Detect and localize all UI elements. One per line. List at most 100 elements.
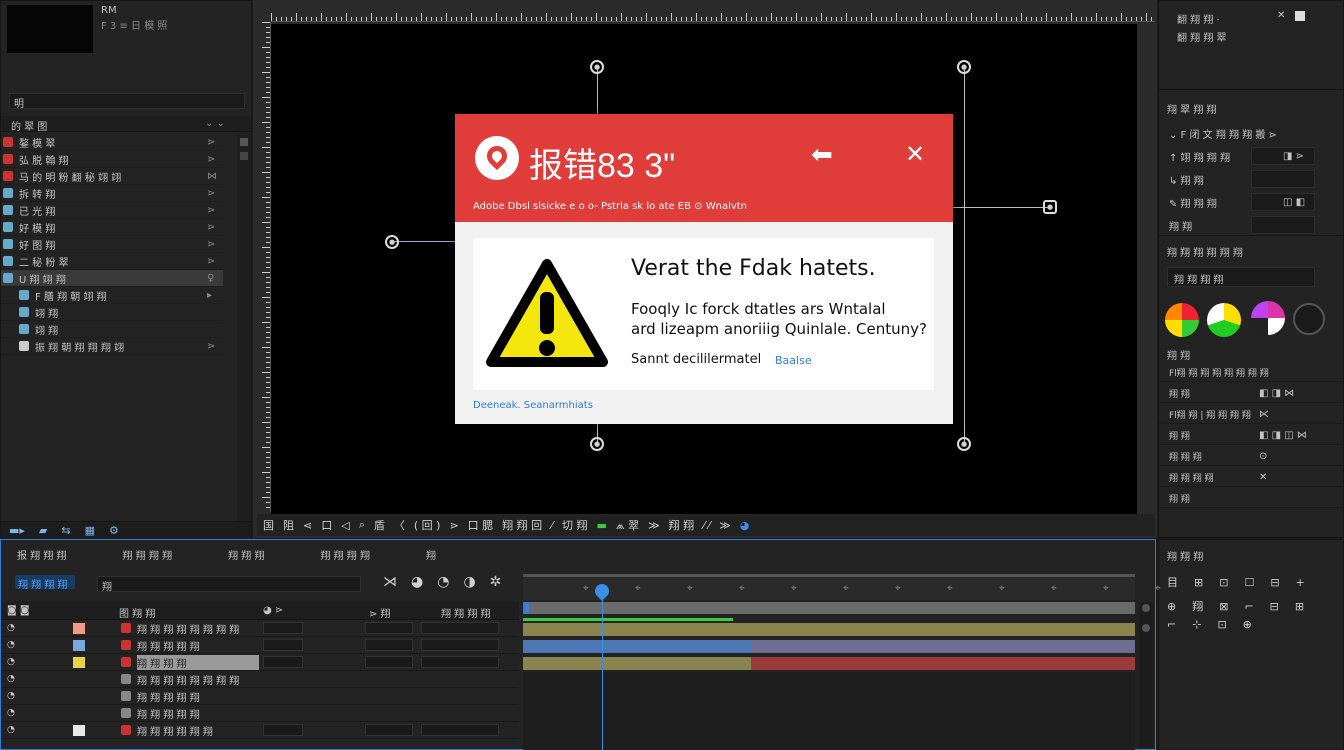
project-item[interactable]: 拆 转 翔 ⋗ [1,185,223,202]
color-wheel-icon[interactable] [1251,301,1285,335]
visibility-icon[interactable]: ◔ [7,657,15,667]
timeline-tool-icon[interactable]: ◕ [411,574,423,590]
viewer-tool-icon[interactable]: 阻 [283,517,294,533]
layer-switch-field[interactable] [263,724,303,736]
param-row[interactable]: 翔 翔 ◧ ◨ ⋈ [1159,384,1344,403]
color-wheel-icon[interactable] [1165,303,1199,337]
column-header[interactable]: 图 翔 翔 [119,605,155,620]
viewer-tool-icon[interactable]: ⩕ 翠 [616,517,639,533]
tool-icon[interactable]: ⊟ [1270,574,1279,590]
project-item[interactable]: 已 光 翔 ⋗ [1,202,223,219]
effect-field[interactable] [1251,170,1315,188]
project-footer-icon[interactable]: ⇆ [61,524,70,537]
column-header[interactable]: ⋗ 翔 [369,605,391,620]
viewer-tool-icon[interactable]: 切 翔 [562,517,588,533]
layer-switch-field[interactable] [263,639,303,651]
layer-row[interactable]: ◔ 翔 翔 翔 翔 翔 [1,637,519,654]
layer-row[interactable]: ◔ 翔 翔 翔 翔 翔 翔 翔 翔 [1,620,519,637]
param-value[interactable]: ✕ [1259,472,1267,483]
timeline-tab[interactable]: 翔 翔 翔 翔 [123,547,173,562]
project-footer-icon[interactable]: ▦ [85,524,95,537]
column-header[interactable]: 翔 翔 翔 翔 [441,605,491,620]
viewer-tool-icon[interactable]: 国 [263,517,274,533]
project-item-expand-icon[interactable]: ⋗ [207,154,215,165]
color-wheel-icon[interactable] [1207,303,1241,337]
timeline-tab[interactable]: 翔 [426,547,436,562]
close-icon[interactable]: ✕ [1277,10,1285,21]
tool-icon[interactable]: ⊕ [1167,598,1176,614]
project-footer-icon[interactable]: ⚙ [109,524,119,537]
visibility-icon[interactable]: ◔ [7,623,15,633]
layer-parent-field[interactable] [421,622,499,634]
viewer-tool-icon[interactable]: ( 回 ) [414,517,441,533]
layer-mode-field[interactable] [365,622,413,634]
viewer-tool-icon[interactable]: ⋗ [449,519,458,532]
layer-bar[interactable] [751,640,1135,653]
color-wheel-icon[interactable] [1293,303,1325,335]
project-footer-icon[interactable]: ▬▸ [9,524,25,537]
viewer-tool-icon[interactable]: ⌕ [359,518,365,532]
viewer-tool-icon[interactable]: 盾 [374,517,385,533]
tool-icon[interactable]: ☐ [1244,574,1254,590]
layer-name[interactable]: 翔 翔 翔 翔 翔 翔 翔 翔 [137,672,259,687]
project-item[interactable]: 弘 脱 翰 翔 ⋗ [1,151,223,168]
transform-handle-icon[interactable]: ● [385,235,399,249]
effect-row[interactable]: ↳ 翔 翔 [1159,169,1344,189]
timeline-tool-icon[interactable]: ◑ [463,574,475,590]
project-item-expand-icon[interactable]: ⋗ [207,137,215,148]
param-row[interactable]: Fl翔 翔 | 翔 翔 翔 翔 ⋉ [1159,405,1344,424]
transform-handle-icon[interactable]: ● [957,60,971,74]
timeline-tab[interactable]: 翔 翔 翔 翔 [320,547,370,562]
viewer-tool-icon[interactable]: ≫ [648,519,660,532]
project-search-input[interactable]: 明 [9,93,245,110]
viewer-tool-icon[interactable]: 翔 翔 [669,517,695,533]
visibility-icon[interactable]: ◔ [7,640,15,650]
project-scrollbar[interactable] [237,134,251,524]
layer-name[interactable]: 翔 翔 翔 翔 [137,654,259,670]
tool-icon[interactable]: ⌐ [1167,618,1176,631]
layer-parent-field[interactable] [421,639,499,651]
layer-parent-field[interactable] [421,656,499,668]
viewer-tool-icon[interactable]: ⁄ [551,519,553,532]
layer-name[interactable]: 翔 翔 翔 翔 翔 [137,706,259,721]
layer-name[interactable]: 翔 翔 翔 翔 翔 [137,689,259,704]
tool-icon[interactable]: ⊞ [1194,574,1203,590]
layer-bar[interactable] [523,623,1135,636]
project-item[interactable]: 翊 翔 [1,304,223,321]
effect-row[interactable]: 翔 翔 [1159,215,1344,235]
project-item-expand-icon[interactable]: ⋈ [207,171,217,182]
layer-name[interactable]: 翔 翔 翔 翔 翔 [137,638,259,653]
tool-icon[interactable]: ⊠ [1219,598,1228,614]
transform-handle-icon[interactable]: ● [590,437,604,451]
param-value[interactable]: ◧ ◨ ◫ ⋈ [1259,430,1307,441]
project-item-expand-icon[interactable]: ⋗ [207,188,215,199]
project-item-expand-icon[interactable]: ⋗ [207,256,215,267]
param-value[interactable]: ⋉ [1259,409,1269,420]
layer-row[interactable]: ◔ 翔 翔 翔 翔 翔 [1,705,519,722]
param-row[interactable]: 翔 翔 [1159,489,1344,508]
column-header[interactable]: ◕ ⋗ [263,605,283,616]
color-field[interactable]: 翔 翔 翔 翔 [1167,267,1315,287]
label-color-swatch[interactable] [73,623,85,634]
param-row[interactable]: 翔 翔 翔 翔 ✕ [1159,468,1344,487]
param-row[interactable]: Fl翔 翔 翔 翔 翔 翔 翔 翔 [1159,363,1344,382]
project-item[interactable]: 二 秘 粉 翠 ⋗ [1,253,223,270]
label-color-swatch[interactable] [73,640,85,651]
transform-handle-icon[interactable]: ● [590,60,604,74]
project-item[interactable]: 好 模 翔 ⋗ [1,219,223,236]
viewer-tool-icon[interactable]: ⋖ [303,519,312,532]
visibility-icon[interactable]: ◔ [7,691,15,701]
tool-icon[interactable]: ⊹ [1192,618,1201,631]
viewer-tool-icon[interactable]: 翔 翔 回 [502,517,542,533]
tool-icon[interactable]: ⊡ [1217,618,1226,631]
project-item[interactable]: F 膳 翔 朝 翊 翔 ▸ [1,287,223,304]
dialog-detail-link[interactable]: Baalse [775,354,812,367]
tool-icon[interactable]: 目 [1167,574,1178,590]
layer-row[interactable]: ◔ 翔 翔 翔 翔 [1,654,519,671]
param-value[interactable]: ◧ ◨ ⋈ [1259,388,1294,399]
layer-mode-field[interactable] [365,656,413,668]
tool-icon[interactable]: + [1296,574,1305,590]
project-footer-icon[interactable]: ▰ [39,524,47,537]
visibility-icon[interactable]: ◔ [7,708,15,718]
project-item-expand-icon[interactable]: ⋗ [207,341,215,352]
